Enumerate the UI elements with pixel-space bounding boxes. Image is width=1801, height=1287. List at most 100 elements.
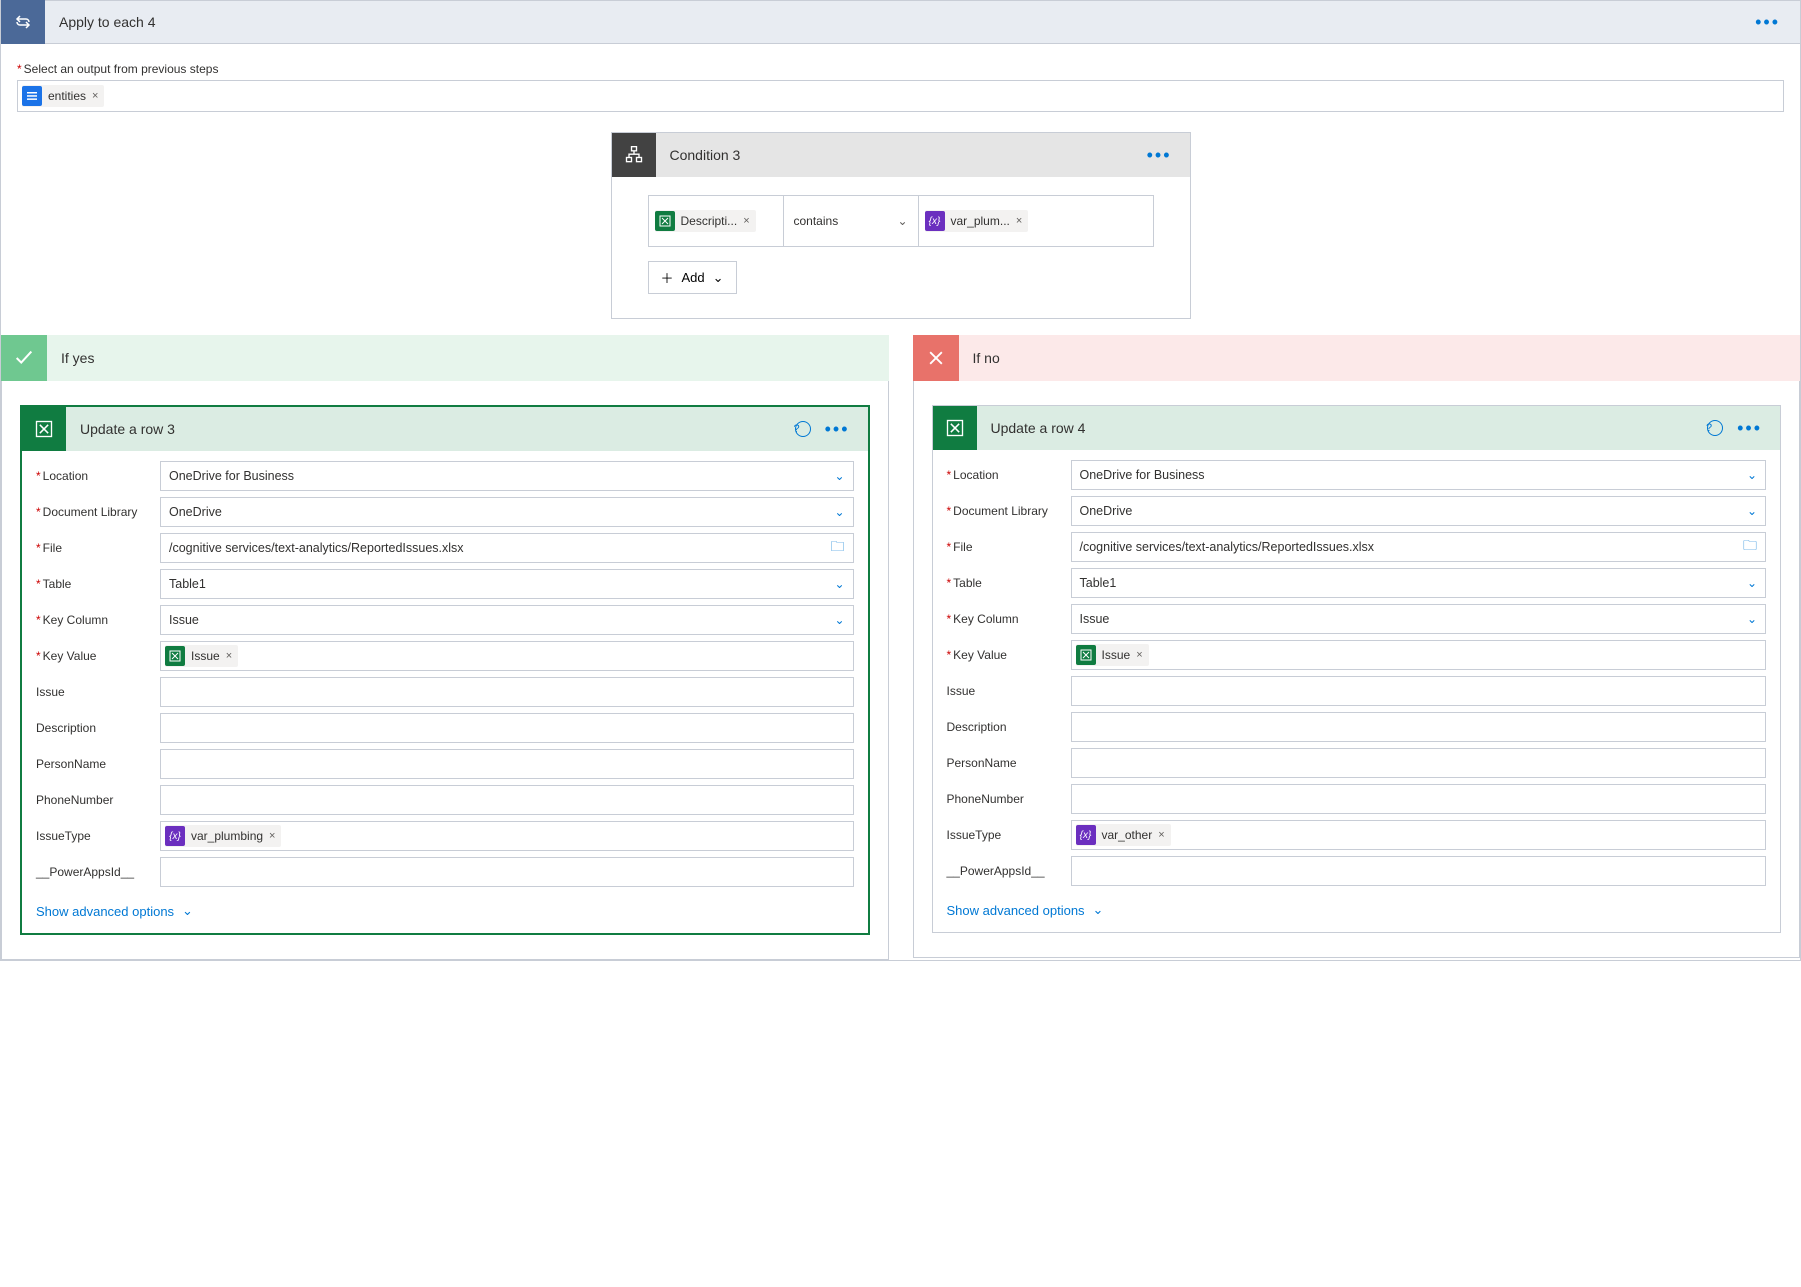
remove-token-icon[interactable]: × <box>1016 215 1022 227</box>
condition-title: Condition 3 <box>656 147 741 163</box>
remove-token-icon[interactable]: × <box>1158 829 1164 841</box>
keycolumn-label: *Key Column <box>945 612 1071 626</box>
excel-icon <box>22 407 66 451</box>
issue-token[interactable]: Issue × <box>1076 644 1149 666</box>
description-token[interactable]: Descripti... × <box>655 210 756 232</box>
keycolumn-select[interactable]: Issue⌄ <box>1071 604 1767 634</box>
doclib-select[interactable]: OneDrive⌄ <box>1071 496 1767 526</box>
table-select[interactable]: Table1⌄ <box>160 569 854 599</box>
file-label: *File <box>945 540 1071 554</box>
entities-token[interactable]: entities × <box>22 85 104 107</box>
variable-icon: {x} <box>1076 825 1096 845</box>
personname-label: PersonName <box>945 756 1071 770</box>
condition-icon <box>612 133 656 177</box>
remove-token-icon[interactable]: × <box>269 830 275 842</box>
remove-token-icon[interactable]: × <box>92 90 98 102</box>
issue-label: Issue <box>34 685 160 699</box>
phonenumber-input[interactable] <box>160 785 854 815</box>
remove-token-icon[interactable]: × <box>743 215 749 227</box>
powerappsid-input[interactable] <box>1071 856 1767 886</box>
file-label: *File <box>34 541 160 555</box>
condition-header[interactable]: Condition 3 ••• <box>612 133 1190 177</box>
condition-operator-select[interactable]: contains ⌄ <box>784 196 919 246</box>
file-picker[interactable]: /cognitive services/text-analytics/Repor… <box>160 533 854 563</box>
table-label: *Table <box>945 576 1071 590</box>
powerappsid-label: __PowerAppsId__ <box>945 864 1071 878</box>
issue-input[interactable] <box>160 677 854 707</box>
condition-expression-row: Descripti... × contains ⌄ {x} var_plum..… <box>648 195 1154 247</box>
loop-icon <box>1 0 45 44</box>
keycolumn-label: *Key Column <box>34 613 160 627</box>
remove-token-icon[interactable]: × <box>1136 649 1142 661</box>
issue-token[interactable]: Issue × <box>165 645 238 667</box>
phonenumber-label: PhoneNumber <box>34 793 160 807</box>
remove-token-icon[interactable]: × <box>226 650 232 662</box>
condition-left-input[interactable]: Descripti... × <box>649 196 784 246</box>
var-plumbing-token[interactable]: {x} var_plum... × <box>925 210 1029 232</box>
issue-label: Issue <box>945 684 1071 698</box>
keyvalue-label: *Key Value <box>34 649 160 663</box>
update-menu-button[interactable]: ••• <box>825 419 868 440</box>
chevron-down-icon: ⌄ <box>834 577 844 591</box>
check-icon <box>1 335 47 381</box>
excel-icon <box>655 211 675 231</box>
if-yes-header[interactable]: If yes <box>1 335 889 381</box>
personname-label: PersonName <box>34 757 160 771</box>
folder-icon[interactable]: 🗀 <box>831 536 845 560</box>
chevron-down-icon: ⌄ <box>1747 504 1757 518</box>
chevron-down-icon: ⌄ <box>834 469 844 483</box>
keycolumn-select[interactable]: Issue⌄ <box>160 605 854 635</box>
personname-input[interactable] <box>160 749 854 779</box>
condition-menu-button[interactable]: ••• <box>1147 145 1190 166</box>
action-menu-button[interactable]: ••• <box>1755 12 1800 33</box>
plus-icon: ＋ <box>661 268 674 287</box>
update-row-3-header[interactable]: Update a row 3 ? ••• <box>22 407 868 451</box>
select-output-input[interactable]: entities × <box>17 80 1784 112</box>
var-plumbing-token[interactable]: {x} var_plumbing × <box>165 825 281 847</box>
doclib-label: *Document Library <box>34 505 160 519</box>
show-advanced-link[interactable]: Show advanced options⌄ <box>945 892 1106 924</box>
personname-input[interactable] <box>1071 748 1767 778</box>
select-output-label: *Select an output from previous steps <box>1 62 1800 80</box>
chevron-down-icon: ⌄ <box>1747 576 1757 590</box>
var-other-token[interactable]: {x} var_other × <box>1076 824 1171 846</box>
chevron-down-icon: ⌄ <box>1093 902 1104 918</box>
folder-icon[interactable]: 🗀 <box>1743 535 1757 559</box>
excel-icon <box>165 646 185 666</box>
keyvalue-input[interactable]: Issue × <box>160 641 854 671</box>
update-menu-button[interactable]: ••• <box>1737 418 1780 439</box>
location-label: *Location <box>945 468 1071 482</box>
if-yes-branch: If yes Update a row 3 ? ••• <box>1 335 889 960</box>
help-icon[interactable]: ? <box>1707 420 1723 436</box>
chevron-down-icon: ⌄ <box>713 270 724 286</box>
chevron-down-icon: ⌄ <box>834 613 844 627</box>
table-select[interactable]: Table1⌄ <box>1071 568 1767 598</box>
close-icon <box>913 335 959 381</box>
file-picker[interactable]: /cognitive services/text-analytics/Repor… <box>1071 532 1767 562</box>
chevron-down-icon: ⌄ <box>834 505 844 519</box>
add-condition-button[interactable]: ＋ Add ⌄ <box>648 261 737 294</box>
issue-input[interactable] <box>1071 676 1767 706</box>
phonenumber-input[interactable] <box>1071 784 1767 814</box>
issuetype-input[interactable]: {x} var_plumbing × <box>160 821 854 851</box>
location-select[interactable]: OneDrive for Business⌄ <box>1071 460 1767 490</box>
powerappsid-input[interactable] <box>160 857 854 887</box>
apply-to-each-header[interactable]: Apply to each 4 ••• <box>0 0 1801 44</box>
help-icon[interactable]: ? <box>795 421 811 437</box>
description-input[interactable] <box>1071 712 1767 742</box>
update-row-4-header[interactable]: Update a row 4 ? ••• <box>933 406 1781 450</box>
issuetype-input[interactable]: {x} var_other × <box>1071 820 1767 850</box>
condition-right-input[interactable]: {x} var_plum... × <box>919 196 1054 246</box>
doclib-select[interactable]: OneDrive⌄ <box>160 497 854 527</box>
description-input[interactable] <box>160 713 854 743</box>
list-icon <box>22 86 42 106</box>
chevron-down-icon: ⌄ <box>897 214 907 228</box>
show-advanced-link[interactable]: Show advanced options⌄ <box>34 893 195 925</box>
excel-icon <box>933 406 977 450</box>
keyvalue-input[interactable]: Issue × <box>1071 640 1767 670</box>
excel-icon <box>1076 645 1096 665</box>
location-select[interactable]: OneDrive for Business⌄ <box>160 461 854 491</box>
chevron-down-icon: ⌄ <box>1747 468 1757 482</box>
variable-icon: {x} <box>165 826 185 846</box>
if-no-header[interactable]: If no <box>913 335 1801 381</box>
